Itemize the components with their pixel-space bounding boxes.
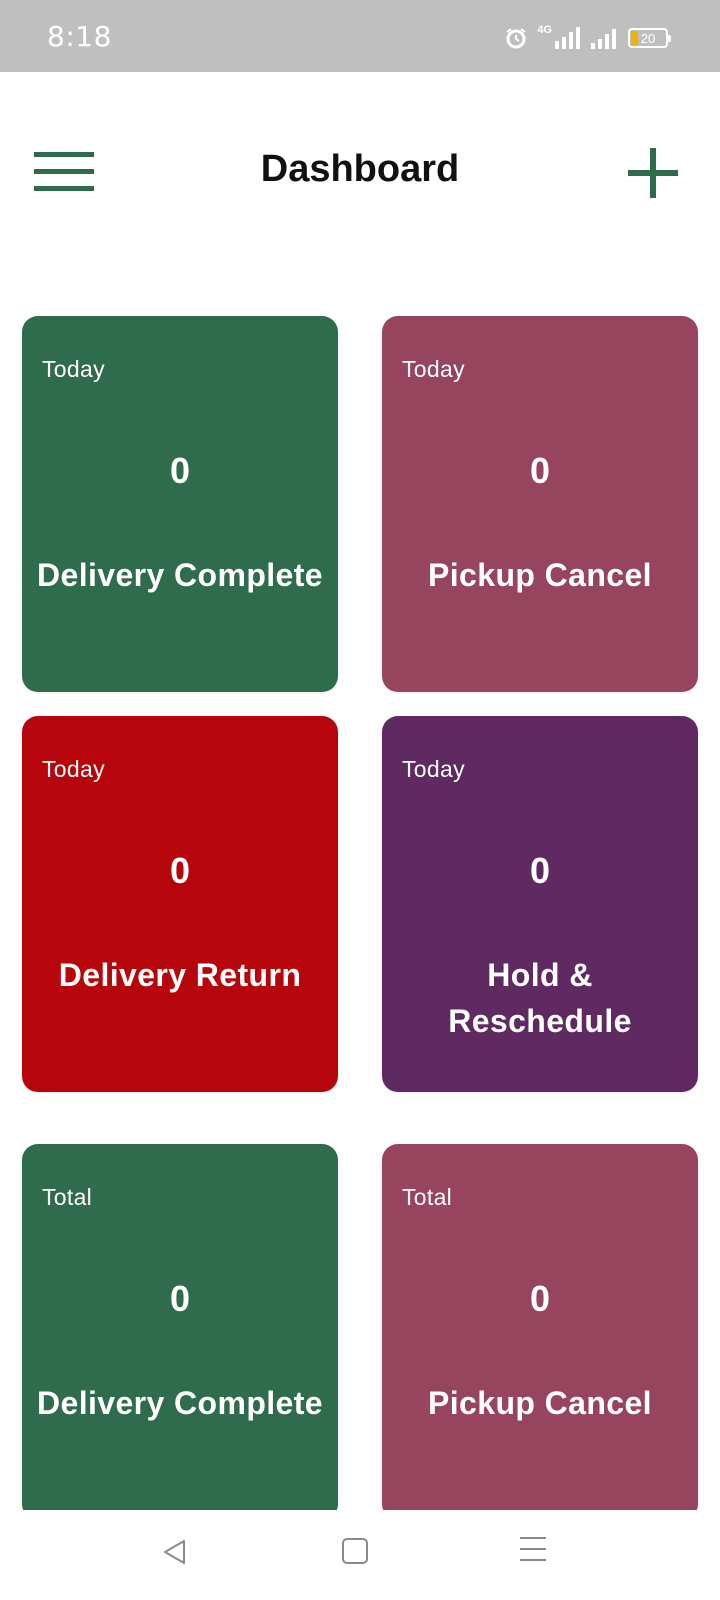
card-count: 0: [169, 450, 191, 491]
card-today-delivery-complete[interactable]: Today 0 Delivery Complete: [22, 316, 338, 692]
card-label: Pickup Cancel: [428, 557, 652, 593]
card-period: Total: [42, 1184, 93, 1210]
card-count: 0: [529, 450, 551, 491]
app-bar: Dashboard: [0, 72, 720, 272]
card-label: Pickup Cancel: [428, 1385, 652, 1421]
status-icons: 4G 20: [505, 24, 671, 50]
card-count: 0: [529, 850, 551, 891]
status-bar: 8:18 4G 20: [0, 0, 720, 72]
system-nav-bar: [0, 1510, 720, 1600]
card-count: 0: [169, 1278, 191, 1319]
card-label: Delivery Return: [58, 957, 302, 993]
card-today-pickup-cancel[interactable]: Today 0 Pickup Cancel: [382, 316, 698, 692]
card-period: Today: [402, 756, 465, 782]
battery-icon: 20: [628, 28, 671, 48]
card-label: Delivery Complete: [36, 557, 324, 593]
card-period: Today: [42, 356, 105, 382]
card-today-delivery-return[interactable]: Today 0 Delivery Return: [22, 716, 338, 1092]
card-today-hold-reschedule[interactable]: Today 0 Hold & Reschedule: [382, 716, 698, 1092]
card-label: Delivery Complete: [36, 1385, 324, 1421]
network-type-label: 4G: [537, 24, 552, 36]
battery-percent: 20: [640, 30, 656, 46]
card-total-delivery-complete[interactable]: Total 0 Delivery Complete: [22, 1144, 338, 1520]
back-icon[interactable]: [162, 1539, 188, 1570]
status-time: 8:18: [47, 20, 112, 53]
card-period: Today: [402, 356, 465, 382]
card-count: 0: [169, 850, 191, 891]
card-period: Total: [402, 1184, 453, 1210]
battery-level: [631, 31, 638, 45]
card-count: 0: [529, 1278, 551, 1319]
card-period: Today: [42, 756, 105, 782]
home-icon[interactable]: [342, 1538, 368, 1564]
plus-icon[interactable]: [628, 146, 682, 200]
card-total-pickup-cancel[interactable]: Total 0 Pickup Cancel: [382, 1144, 698, 1520]
alarm-icon: [505, 27, 527, 49]
signal-icon: [590, 27, 618, 49]
card-label: Hold & Reschedule: [448, 957, 632, 1039]
recents-icon[interactable]: [520, 1537, 546, 1570]
page-title: Dashboard: [260, 148, 460, 190]
signal-4g-icon: [554, 27, 580, 49]
